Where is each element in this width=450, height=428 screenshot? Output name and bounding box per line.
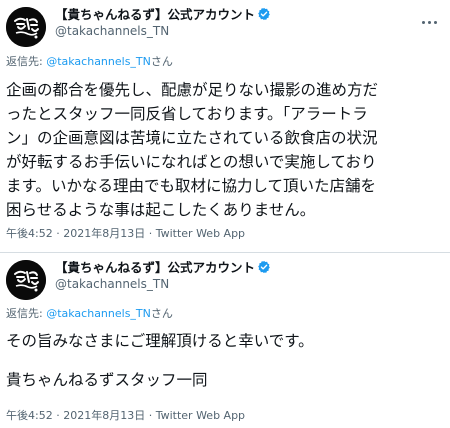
reply-to-line: 返信先: @takachannels_TNさん xyxy=(6,55,173,69)
tweet-text-line: その旨みなさまにご理解頂けると幸いです。 xyxy=(6,332,314,350)
tweet-time[interactable]: 午後4:52 xyxy=(6,409,53,422)
tweet-time[interactable]: 午後4:52 xyxy=(6,227,53,240)
tweet-meta: 午後4:52 · 2021年8月13日 · Twitter Web App xyxy=(6,409,246,422)
tweet-meta: 午後4:52 · 2021年8月13日 · Twitter Web App xyxy=(6,227,246,240)
tweet-text-line: 企画の都合を優先し、配慮が足りない撮影の進め方だ xyxy=(6,81,379,99)
tweet-text-line: ン」の企画意図は苦境に立たされている飲食店の状況 xyxy=(6,129,378,147)
tweet-card[interactable]: 【貴ちゃんねるず】公式アカウント @takachannels_TN 返信先: @… xyxy=(0,0,450,251)
handle[interactable]: @takachannels_TN xyxy=(55,23,271,39)
verified-badge-icon xyxy=(258,260,270,274)
tweet-date[interactable]: 2021年8月13日 xyxy=(63,409,145,422)
tweet-text: その旨みなさまにご理解頂けると幸いです。 貴ちゃんねるずスタッフ一同 xyxy=(6,329,446,392)
channel-logo-avatar xyxy=(6,7,46,47)
reply-to-line: 返信先: @takachannels_TNさん xyxy=(6,307,173,321)
display-name[interactable]: 【貴ちゃんねるず】公式アカウント xyxy=(55,260,255,275)
avatar[interactable] xyxy=(6,7,46,47)
display-name[interactable]: 【貴ちゃんねるず】公式アカウント xyxy=(55,7,255,22)
tweet-text-line: ます。いかなる理由でも取材に協力して頂いた店舗を xyxy=(6,177,376,195)
reply-suffix: さん xyxy=(150,307,173,320)
tweet-date[interactable]: 2021年8月13日 xyxy=(63,227,145,240)
tweet-card[interactable]: 【貴ちゃんねるず】公式アカウント @takachannels_TN 返信先: @… xyxy=(0,252,450,428)
reply-prefix: 返信先: xyxy=(6,307,47,320)
tweet-text-blank-line xyxy=(6,353,446,368)
reply-prefix: 返信先: xyxy=(6,55,47,68)
tweet-text-line: ったとスタッフ一同反省しております。「アラートラ xyxy=(6,105,368,123)
tweet-text-line: 困らせるような事は起こしたくありません。 xyxy=(6,201,316,219)
tweet-text-line: 貴ちゃんねるずスタッフ一同 xyxy=(6,371,208,389)
tweet-source: Twitter Web App xyxy=(155,227,246,240)
reply-suffix: さん xyxy=(150,55,173,68)
reply-mention-link[interactable]: @takachannels_TN xyxy=(46,307,151,320)
channel-logo-avatar xyxy=(6,260,46,300)
tweet-source: Twitter Web App xyxy=(155,409,246,422)
more-options-icon[interactable] xyxy=(420,12,440,24)
tweet-text-line: が好転するお手伝いになればとの想いで実施しており xyxy=(6,153,377,171)
verified-badge-icon xyxy=(258,7,270,21)
tweet-thread: 【貴ちゃんねるず】公式アカウント @takachannels_TN 返信先: @… xyxy=(0,0,450,428)
tweet-text: 企画の都合を優先し、配慮が足りない撮影の進め方だ ったとスタッフ一同反省しており… xyxy=(6,78,446,222)
avatar[interactable] xyxy=(6,260,46,300)
reply-mention-link[interactable]: @takachannels_TN xyxy=(46,55,151,68)
handle[interactable]: @takachannels_TN xyxy=(55,276,271,292)
